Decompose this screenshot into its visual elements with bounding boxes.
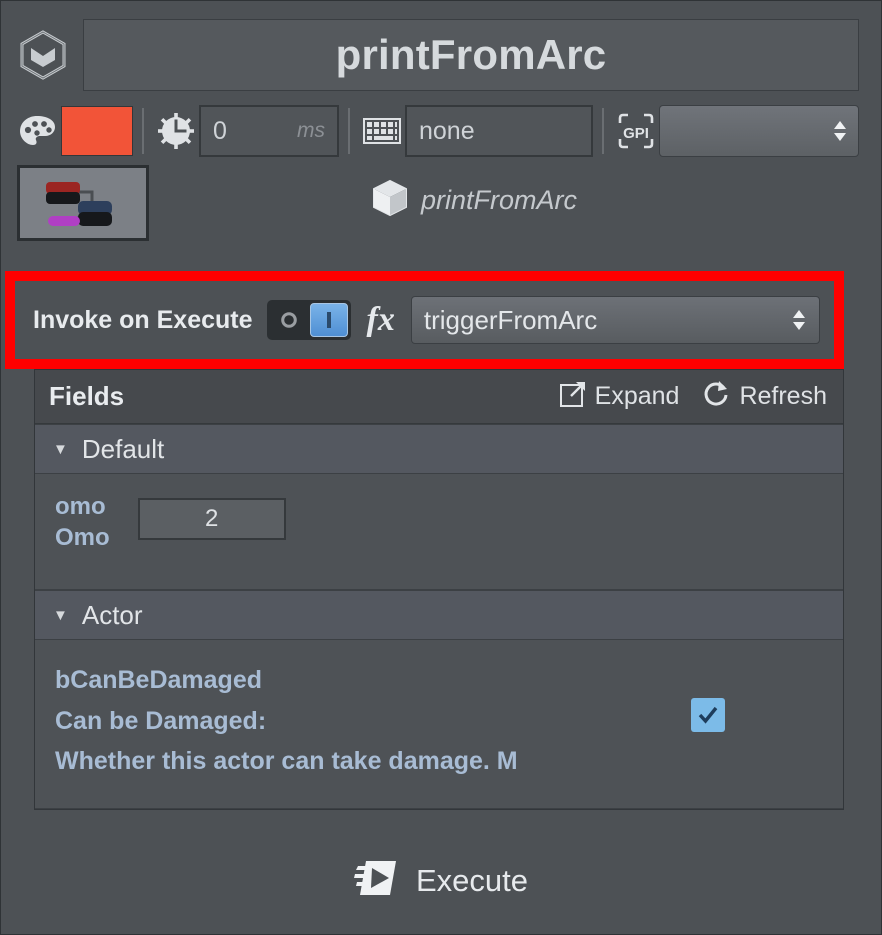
property-description: Whether this actor can take damage. M (55, 747, 518, 775)
section-header-actor[interactable]: ▼ Actor (35, 590, 843, 640)
invoke-on-execute-highlight: Invoke on Execute fx triggerFromArc (5, 271, 844, 369)
refresh-icon (701, 379, 731, 414)
invoke-on-execute-row: Invoke on Execute fx triggerFromArc (15, 281, 834, 359)
section-name-actor: Actor (81, 599, 143, 630)
property-display-name: Can be Damaged: (55, 706, 267, 735)
invoke-toggle[interactable] (266, 300, 351, 340)
invoke-function-value: triggerFromArc (423, 304, 598, 335)
color-swatch[interactable] (61, 106, 133, 156)
property-labels: omo Omo (55, 492, 110, 553)
fields-panel: Fields Expand Refresh ▼ Default omo Omo … (34, 369, 844, 810)
toggle-off-segment[interactable] (270, 303, 308, 337)
toggle-on-segment[interactable] (309, 303, 348, 337)
refresh-button[interactable]: Refresh (701, 379, 827, 414)
section-body-actor: bCanBeDamaged Can be Damaged: Whether th… (35, 640, 843, 809)
property-value-input[interactable]: 2 (137, 498, 286, 540)
can-be-damaged-checkbox[interactable] (691, 698, 725, 732)
property-value: 2 (204, 505, 219, 532)
delay-field[interactable]: 0 ms (199, 105, 339, 157)
expand-button[interactable]: Expand (559, 380, 680, 413)
node-name: printFromArc (420, 184, 577, 215)
cube-icon (371, 178, 409, 223)
invoke-on-execute-label: Invoke on Execute (33, 305, 253, 334)
shortcut-value: none (419, 116, 475, 145)
execute-button[interactable]: Execute (1, 857, 881, 904)
page-title: printFromArc (335, 31, 607, 78)
palette-icon (15, 111, 61, 151)
refresh-label: Refresh (739, 382, 827, 410)
toolbar-divider-3 (602, 108, 604, 154)
chevron-updown-icon (791, 305, 807, 335)
invoke-function-select[interactable]: triggerFromArc (410, 296, 820, 344)
property-name: bCanBeDamaged (55, 666, 262, 694)
node-properties-panel: printFromArc 0 ms none GPI printFromArc … (0, 0, 882, 935)
chevron-updown-icon (832, 116, 848, 146)
node-title-field[interactable]: printFromArc (83, 19, 859, 91)
toolbar-divider (142, 108, 144, 154)
property-row-omo: omo Omo 2 (55, 492, 823, 553)
node-preview-row: printFromArc (1, 157, 881, 245)
delay-value: 0 (213, 116, 227, 145)
fields-title: Fields (49, 381, 125, 411)
hex-cube-logo-icon (17, 29, 69, 81)
keyboard-icon (359, 111, 405, 151)
gpi-select[interactable] (659, 105, 859, 157)
svg-text:GPI: GPI (623, 125, 649, 142)
property-display-name: Omo (55, 524, 110, 552)
section-header-default[interactable]: ▼ Default (35, 424, 843, 474)
shortcut-field[interactable]: none (405, 105, 593, 157)
fx-icon: fx (366, 301, 395, 338)
node-graph-thumbnail[interactable] (17, 165, 149, 241)
chevron-down-icon: ▼ (53, 440, 68, 458)
expand-label: Expand (594, 382, 680, 410)
expand-icon (559, 380, 587, 413)
toolbar-row: 0 ms none GPI (1, 91, 881, 157)
section-body-default: omo Omo 2 (35, 474, 843, 590)
property-name: omo (55, 493, 106, 520)
node-name-row: printFromArc (149, 165, 859, 235)
gpi-icon: GPI (613, 111, 659, 151)
section-name-default: Default (81, 433, 165, 464)
execute-label: Execute (415, 862, 528, 898)
fast-play-icon (353, 857, 400, 904)
property-labels-actor: bCanBeDamaged Can be Damaged: Whether th… (55, 660, 691, 782)
chevron-down-icon: ▼ (53, 606, 68, 624)
clock-icon (153, 111, 199, 151)
title-row: printFromArc (1, 1, 881, 91)
fields-header: Fields Expand Refresh (35, 370, 843, 424)
toolbar-divider-2 (348, 108, 350, 154)
delay-unit: ms (297, 119, 325, 142)
